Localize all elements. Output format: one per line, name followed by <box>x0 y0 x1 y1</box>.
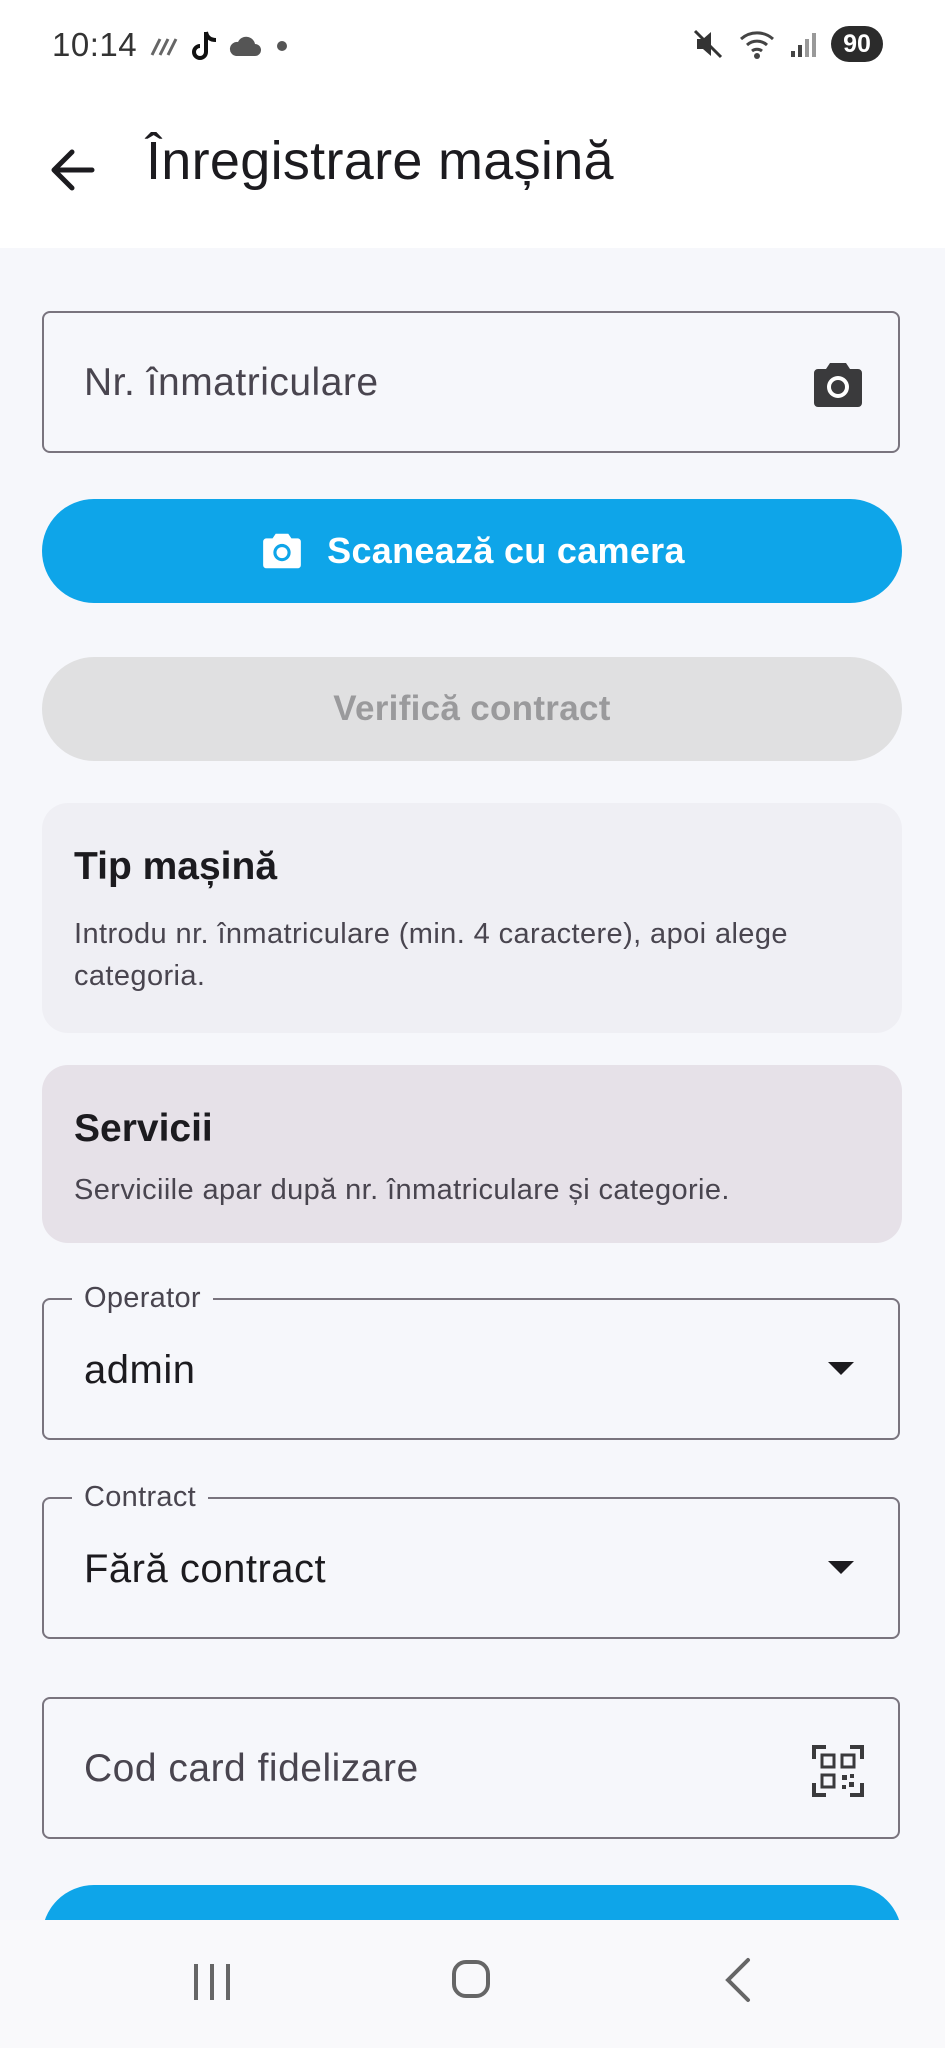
wifi-icon <box>740 31 774 59</box>
system-navigation-bar <box>0 1920 945 2048</box>
contract-value: Fără contract <box>84 1547 327 1591</box>
contract-dropdown[interactable]: Contract Fără contract <box>42 1481 900 1639</box>
home-icon[interactable] <box>452 1960 490 1998</box>
app-bar: Înregistrare mașină <box>0 96 945 248</box>
services-title: Servicii <box>74 1107 213 1150</box>
nav-back-icon[interactable] <box>720 1956 756 2004</box>
qr-code-icon[interactable] <box>810 1743 866 1799</box>
status-icons-right: 90 <box>691 26 883 62</box>
dot-icon <box>277 41 287 51</box>
camera-icon <box>263 533 302 569</box>
operator-label: Operator <box>72 1282 213 1315</box>
dropdown-arrow-icon <box>828 1362 854 1375</box>
car-type-title: Tip mașină <box>74 845 278 888</box>
plate-number-field[interactable]: Nr. înmatriculare <box>42 311 900 453</box>
plate-number-placeholder: Nr. înmatriculare <box>84 361 379 404</box>
verify-contract-button[interactable]: Verifică contract <box>42 657 902 761</box>
services-description: Serviciile apar după nr. înmatriculare ș… <box>74 1174 730 1206</box>
scan-button-label: Scanează cu camera <box>327 530 685 571</box>
verify-button-label: Verifică contract <box>333 689 611 728</box>
battery-indicator: 90 <box>831 26 883 62</box>
mute-icon <box>693 29 723 59</box>
car-type-card: Tip mașină Introdu nr. înmatriculare (mi… <box>42 803 902 1033</box>
camera-icon[interactable] <box>810 357 866 413</box>
recent-apps-icon[interactable] <box>190 1960 234 2004</box>
signal-strength-icon <box>150 38 178 56</box>
status-icons-left <box>150 30 292 62</box>
dropdown-arrow-icon <box>828 1561 854 1574</box>
contract-label: Contract <box>72 1481 208 1514</box>
car-type-description: Introdu nr. înmatriculare (min. 4 caract… <box>74 918 788 992</box>
services-card: Servicii Serviciile apar după nr. înmatr… <box>42 1065 902 1243</box>
loyalty-card-placeholder: Cod card fidelizare <box>84 1747 419 1790</box>
status-bar: 10:14 90 <box>0 0 945 96</box>
scan-with-camera-button[interactable]: Scanează cu camera <box>42 499 902 603</box>
loyalty-card-field[interactable]: Cod card fidelizare <box>42 1697 900 1839</box>
operator-dropdown[interactable]: Operator admin <box>42 1282 900 1440</box>
cloud-icon <box>229 36 261 56</box>
cellular-icon <box>791 33 816 57</box>
page-title: Înregistrare mașină <box>146 131 614 191</box>
back-arrow-icon[interactable] <box>40 136 108 204</box>
operator-value: admin <box>84 1348 196 1392</box>
status-time: 10:14 <box>52 26 138 63</box>
tiktok-icon <box>192 31 217 60</box>
